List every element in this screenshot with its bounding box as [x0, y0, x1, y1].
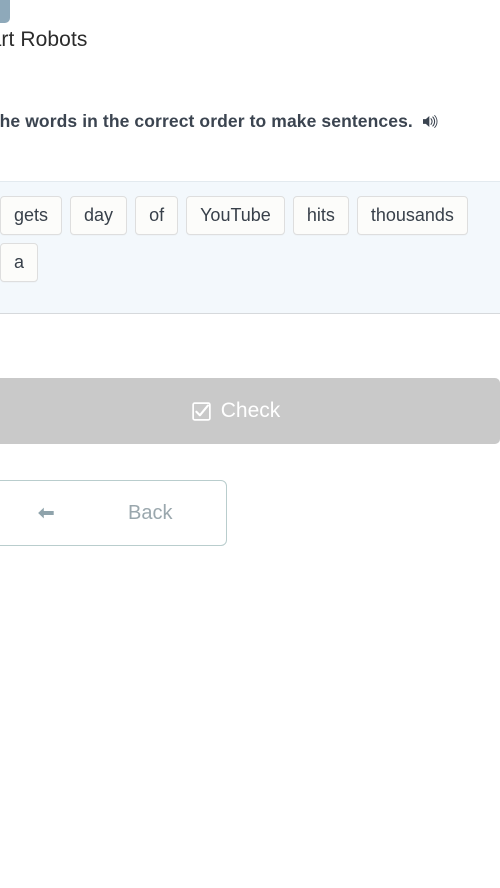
checkbox-checked-icon	[192, 401, 211, 421]
word-tile[interactable]: YouTube	[186, 196, 285, 235]
lesson-header: mart Robots	[0, 0, 500, 70]
arrow-left-icon	[35, 504, 57, 522]
instruction-text: ut the words in the correct order to mak…	[0, 111, 413, 131]
exercise-page: mart Robots ut the words in the correct …	[0, 0, 500, 888]
back-button[interactable]: Back	[0, 480, 227, 546]
word-tile[interactable]: day	[70, 196, 128, 235]
back-button-label: Back	[128, 501, 173, 524]
word-tile[interactable]: a	[0, 243, 39, 282]
word-bank-panel: gets day of YouTube hits thousands a	[0, 181, 500, 314]
page-title: mart Robots	[0, 28, 88, 51]
word-tile[interactable]: thousands	[356, 196, 468, 235]
speaker-icon[interactable]	[422, 109, 439, 128]
word-tile-list: gets day of YouTube hits thousands a	[0, 196, 500, 282]
check-button[interactable]: Check	[0, 378, 500, 444]
check-button-label: Check	[220, 399, 281, 422]
word-tile[interactable]: of	[135, 196, 179, 235]
word-tile[interactable]: hits	[292, 196, 349, 235]
word-tile[interactable]: gets	[0, 196, 63, 235]
instruction-text-block: ut the words in the correct order to mak…	[0, 107, 472, 136]
task-document-icon	[0, 0, 10, 23]
